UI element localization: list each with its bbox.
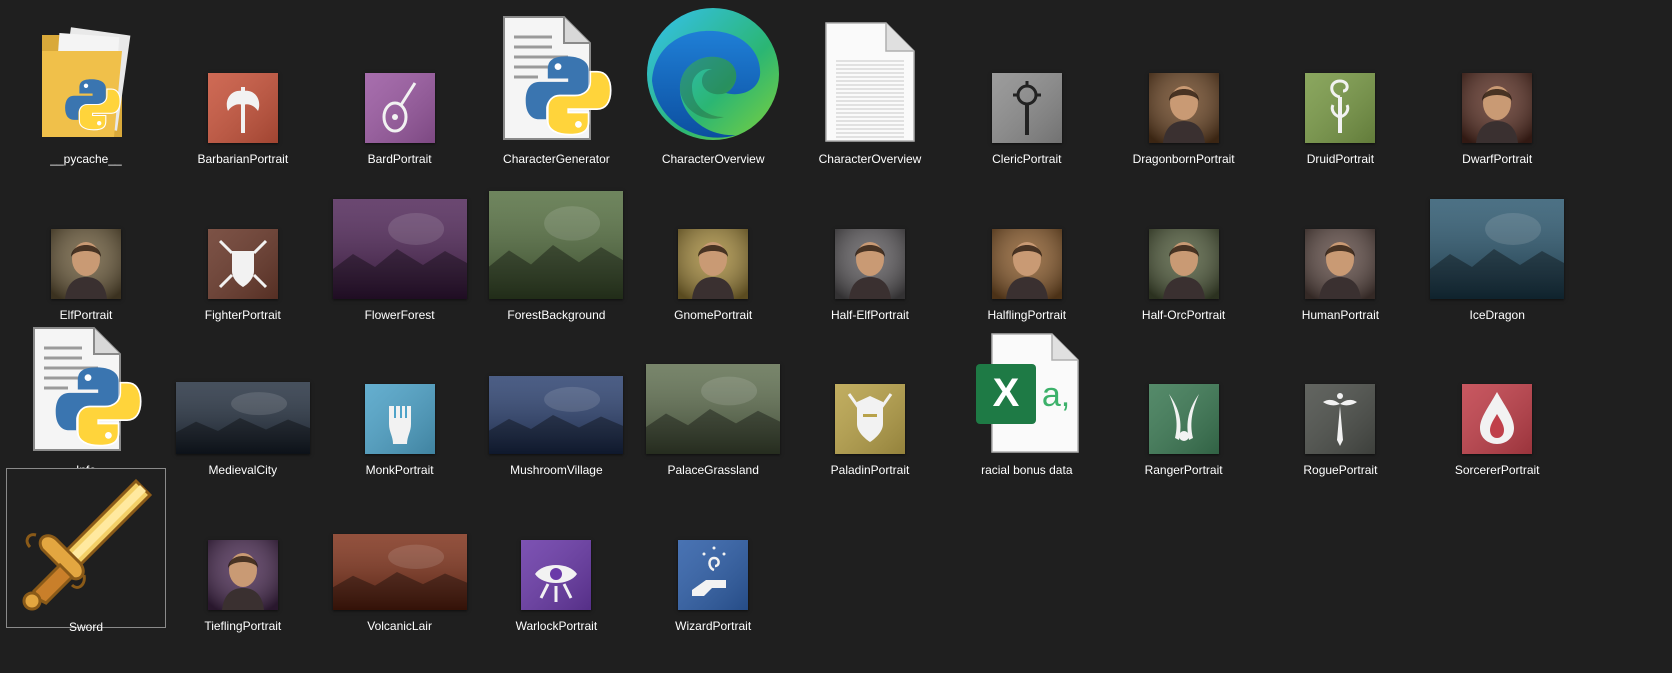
forest-background-image-icon xyxy=(476,161,636,299)
file-item[interactable]: WarlockPortrait xyxy=(476,468,636,633)
file-label: SorcererPortrait xyxy=(1454,463,1540,477)
flower-forest-image-icon xyxy=(320,161,480,299)
excel-csv-icon: X a, xyxy=(947,316,1107,454)
file-label: racial bonus data xyxy=(981,463,1073,477)
file-item[interactable]: BarbarianPortrait xyxy=(163,1,323,166)
python-folder-icon xyxy=(6,5,166,143)
cleric-mace-icon xyxy=(947,5,1107,143)
fighter-shield-icon xyxy=(163,161,323,299)
edge-browser-icon xyxy=(633,5,793,143)
file-item[interactable]: CharacterGenerator xyxy=(476,1,636,166)
file-item[interactable]: MedievalCity xyxy=(163,312,323,477)
warlock-eye-icon xyxy=(476,472,636,610)
text-document-icon xyxy=(790,5,950,143)
python-file-icon xyxy=(476,5,636,143)
file-item[interactable]: VolcanicLair xyxy=(320,468,480,633)
file-item[interactable]: MonkPortrait xyxy=(320,312,480,477)
half-orc-portrait-icon xyxy=(1104,161,1264,299)
file-item[interactable]: SorcererPortrait xyxy=(1417,312,1577,477)
python-file-icon xyxy=(6,316,166,454)
gnome-portrait-icon xyxy=(633,161,793,299)
file-item[interactable]: WizardPortrait xyxy=(633,468,793,633)
file-item[interactable]: PalaceGrassland xyxy=(633,312,793,477)
file-label: RoguePortrait xyxy=(1303,463,1378,477)
file-item[interactable]: ForestBackground xyxy=(476,157,636,322)
desktop-icon-grid: __pycache__ BarbarianPortrait BardPortra… xyxy=(0,0,1672,673)
file-item[interactable]: TieflingPortrait xyxy=(163,468,323,633)
ice-dragon-image-icon xyxy=(1417,161,1577,299)
file-item[interactable]: GnomePortrait xyxy=(633,157,793,322)
dwarf-portrait-icon xyxy=(1417,5,1577,143)
file-item[interactable]: DruidPortrait xyxy=(1260,1,1420,166)
file-label: TieflingPortrait xyxy=(204,618,282,633)
monk-fist-icon xyxy=(320,316,480,454)
file-label: RangerPortrait xyxy=(1144,463,1223,477)
halfling-portrait-icon xyxy=(947,161,1107,299)
file-item[interactable]: CharacterOverview xyxy=(790,1,950,166)
file-item[interactable]: Info xyxy=(6,312,166,477)
sword-icon xyxy=(7,473,165,611)
bard-lute-icon xyxy=(320,5,480,143)
barbarian-axe-icon xyxy=(163,5,323,143)
file-item[interactable]: RangerPortrait xyxy=(1104,312,1264,477)
file-item[interactable]: HalflingPortrait xyxy=(947,157,1107,322)
file-item[interactable]: RoguePortrait xyxy=(1260,312,1420,477)
file-label: PaladinPortrait xyxy=(830,463,910,477)
file-item[interactable]: BardPortrait xyxy=(320,1,480,166)
file-item[interactable]: FighterPortrait xyxy=(163,157,323,322)
human-portrait-icon xyxy=(1260,161,1420,299)
half-elf-portrait-icon xyxy=(790,161,950,299)
file-item[interactable]: IceDragon xyxy=(1417,157,1577,322)
sorcerer-flame-icon xyxy=(1417,316,1577,454)
palace-grassland-image-icon xyxy=(633,316,793,454)
paladin-helm-icon xyxy=(790,316,950,454)
elf-portrait-icon xyxy=(6,161,166,299)
medieval-city-image-icon xyxy=(163,316,323,454)
file-item[interactable]: Half-ElfPortrait xyxy=(790,157,950,322)
druid-staff-icon xyxy=(1260,5,1420,143)
svg-text:a,: a, xyxy=(1042,376,1070,414)
file-label: WarlockPortrait xyxy=(515,618,598,633)
file-item[interactable]: X a, racial bonus data xyxy=(947,312,1107,477)
file-label: WizardPortrait xyxy=(675,618,752,633)
file-item[interactable]: DragonbornPortrait xyxy=(1104,1,1264,166)
mushroom-village-image-icon xyxy=(476,316,636,454)
file-item[interactable]: FlowerForest xyxy=(320,157,480,322)
rogue-dagger-icon xyxy=(1260,316,1420,454)
file-item[interactable]: __pycache__ xyxy=(6,1,166,166)
file-label: Sword xyxy=(68,619,103,634)
wizard-hand-icon xyxy=(633,472,793,610)
tiefling-portrait-icon xyxy=(163,472,323,610)
file-item[interactable]: HumanPortrait xyxy=(1260,157,1420,322)
file-label: VolcanicLair xyxy=(367,618,432,633)
file-item[interactable]: Half-OrcPortrait xyxy=(1104,157,1264,322)
file-item[interactable]: ElfPortrait xyxy=(6,157,166,322)
ranger-blades-icon xyxy=(1104,316,1264,454)
svg-text:X: X xyxy=(992,371,1019,415)
file-item[interactable]: ClericPortrait xyxy=(947,1,1107,166)
file-item[interactable]: Sword xyxy=(6,467,166,634)
dragonborn-portrait-icon xyxy=(1104,5,1264,143)
file-item[interactable]: PaladinPortrait xyxy=(790,312,950,477)
file-item[interactable]: MushroomVillage xyxy=(476,312,636,477)
volcanic-lair-image-icon xyxy=(320,472,480,610)
file-item[interactable]: DwarfPortrait xyxy=(1417,1,1577,166)
file-item[interactable]: CharacterOverview xyxy=(633,1,793,166)
